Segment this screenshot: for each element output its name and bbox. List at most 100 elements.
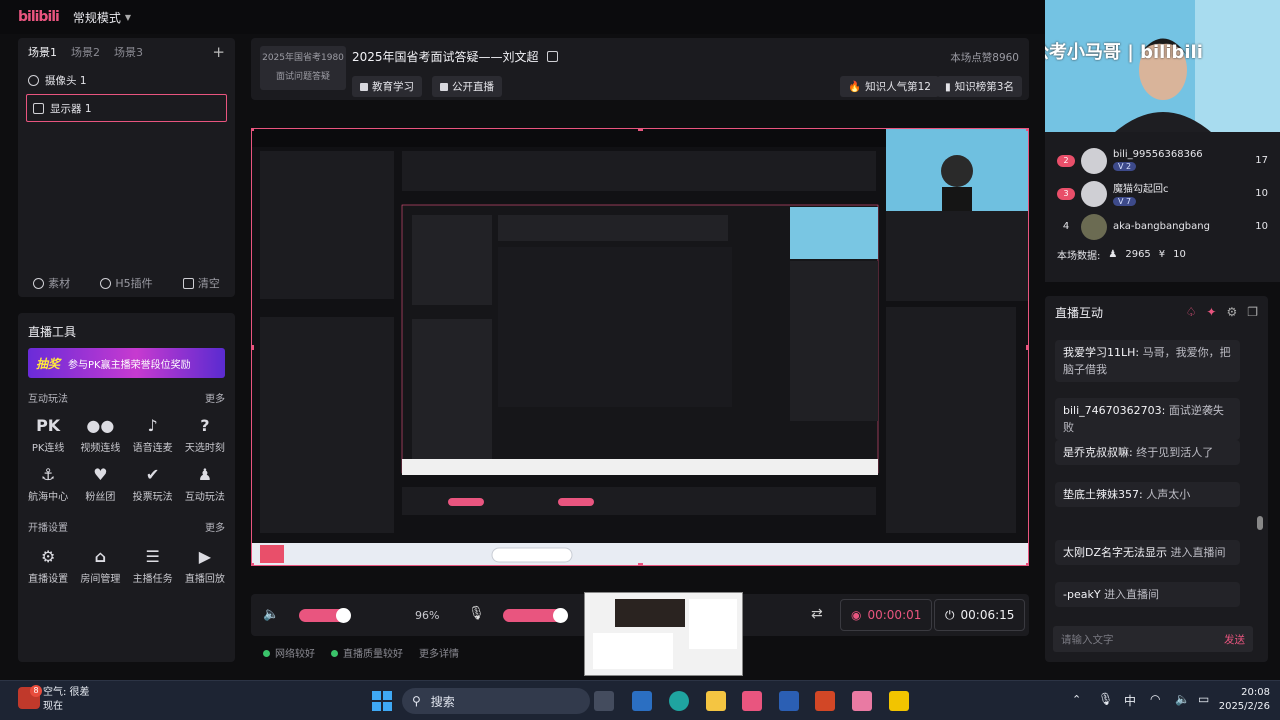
microphone-icon[interactable]: 🎙: [1098, 692, 1113, 706]
network-status: 网络较好: [263, 645, 315, 660]
tab-scene-1[interactable]: 场景1: [28, 44, 57, 60]
heart-icon: ♥: [93, 464, 108, 484]
edge-icon[interactable]: [669, 691, 689, 711]
tool-host-tasks[interactable]: ☰ 主播任务: [127, 546, 179, 586]
avatar: [1081, 213, 1107, 240]
more-interactive-link[interactable]: 更多: [205, 390, 225, 405]
list-item[interactable]: 3 魔猫勾起回c V 7 10: [1045, 177, 1280, 210]
gear-icon[interactable]: ⚙: [1226, 305, 1237, 319]
tag-public[interactable]: 公开直播: [432, 76, 502, 97]
live-tools-panel: 直播工具 抽奖 参与PK赢主播荣誉段位奖励 互动玩法 更多 PK PK连线 ●● 视频连…: [18, 313, 235, 662]
quality-status: 直播质量较好: [331, 645, 403, 660]
record-timer[interactable]: ◉ 00:00:01: [840, 599, 933, 631]
resize-handle[interactable]: [638, 129, 643, 131]
weather-badge: 8: [30, 685, 42, 697]
more-details-link[interactable]: 更多详情: [419, 645, 459, 660]
folder-icon[interactable]: [706, 691, 726, 711]
tool-live-settings[interactable]: ⚙ 直播设置: [22, 546, 74, 586]
materials-button[interactable]: 素材: [33, 275, 70, 291]
chat-panel: 直播互动 ♤ ✦ ⚙ ❐ 我爱学习11LH: 马哥，我爱你，把脑子借我 bili_74…: [1045, 296, 1268, 662]
microphone-icon[interactable]: 🎙: [468, 606, 485, 621]
source-camera[interactable]: 摄像头 1: [18, 66, 235, 94]
app-icon[interactable]: [889, 691, 909, 711]
tab-scene-3[interactable]: 场景3: [114, 44, 143, 60]
mixer-icon[interactable]: ⇄: [811, 606, 823, 622]
resize-handle[interactable]: [1026, 563, 1028, 565]
avatar: [1081, 180, 1107, 207]
resize-handle[interactable]: [252, 345, 254, 350]
tool-video-link[interactable]: ●● 视频连线: [74, 415, 126, 455]
bilibili-live-icon[interactable]: [742, 691, 762, 711]
live-timer[interactable]: ⏻ 00:06:15: [934, 599, 1026, 631]
microphone-icon: ♪: [147, 415, 158, 435]
chat-input[interactable]: 请输入文字 发送: [1053, 626, 1253, 652]
tool-replay[interactable]: ▶ 直播回放: [179, 546, 231, 586]
live-tools-title: 直播工具: [28, 325, 77, 339]
user-name: aka-bangbangbang: [1113, 221, 1210, 232]
edit-icon[interactable]: [546, 51, 558, 62]
tool-voyage[interactable]: ⚓ 航海中心: [22, 464, 74, 504]
more-broadcast-link[interactable]: 更多: [205, 519, 225, 534]
windows-start-icon[interactable]: [372, 691, 392, 711]
chat-message[interactable]: 垫底土辣妹357: 人声太小: [1055, 482, 1240, 507]
list-item[interactable]: 4 aka-bangbangbang 10: [1045, 210, 1280, 243]
chat-message[interactable]: 太刚DZ名字无法显示 进入直播间: [1055, 540, 1240, 565]
preview-canvas[interactable]: [251, 128, 1029, 566]
materials-icon: [33, 277, 45, 289]
chat-message[interactable]: 我爱学习11LH: 马哥，我爱你，把脑子借我: [1055, 340, 1240, 382]
clear-button[interactable]: 清空: [182, 275, 220, 291]
resize-handle[interactable]: [252, 563, 254, 565]
session-summary: 本场数据: ♟ 2965 ¥10: [1057, 248, 1186, 262]
tool-room-manage[interactable]: ⌂ 房间管理: [74, 546, 126, 586]
chat-message[interactable]: -peakY 进入直播间: [1055, 582, 1240, 607]
app-icon[interactable]: [852, 691, 872, 711]
gift-icon[interactable]: ✦: [1206, 305, 1216, 319]
powerpoint-icon[interactable]: [815, 691, 835, 711]
tool-vote[interactable]: ✔ 投票玩法: [127, 464, 179, 504]
taskview-icon[interactable]: [594, 691, 614, 711]
tool-lottery[interactable]: ? 天选时刻: [179, 415, 231, 455]
tag-education[interactable]: 教育学习: [352, 76, 422, 97]
ime-indicator[interactable]: 中: [1124, 692, 1136, 709]
pk-banner[interactable]: 抽奖 参与PK赢主播荣誉段位奖励: [28, 348, 225, 378]
h5-plugin-button[interactable]: H5插件: [100, 275, 153, 291]
window-thumbnail[interactable]: [584, 592, 743, 676]
rank-chip[interactable]: ▮ 知识榜第3名: [937, 76, 1022, 97]
tool-interactive[interactable]: ♟ 互动玩法: [179, 464, 231, 504]
chat-message[interactable]: bili_74670362703: 面试逆袭失败: [1055, 398, 1240, 440]
mode-dropdown[interactable]: 常规模式 ▼: [73, 9, 131, 26]
viewers-icon: ♟: [1108, 248, 1118, 260]
tool-voice-link[interactable]: ♪ 语音连麦: [127, 415, 179, 455]
volume-slider[interactable]: [299, 608, 351, 623]
volume-icon[interactable]: 🔈: [1175, 692, 1190, 706]
chat-message[interactable]: 是乔克叔叔嘛: 终于见到活人了: [1055, 440, 1240, 465]
chat-scrollbar[interactable]: [1257, 516, 1263, 530]
room-cover[interactable]: 2025年国省考1980 面试问题答疑: [260, 46, 346, 90]
tool-pk[interactable]: PK PK连线: [22, 415, 74, 455]
resize-handle[interactable]: [252, 129, 254, 131]
list-item[interactable]: 2 bili_99556368366 V 2 17: [1045, 144, 1280, 177]
mic-slider[interactable]: [503, 608, 568, 623]
store-icon[interactable]: [632, 691, 652, 711]
resize-handle[interactable]: [1026, 129, 1028, 131]
popularity-chip[interactable]: 🔥 知识人气第12: [840, 76, 939, 97]
system-clock[interactable]: 20:08 2025/2/26: [1219, 686, 1270, 714]
weather-widget[interactable]: 空气: 很差 现在: [43, 686, 90, 714]
taskbar-search[interactable]: ⚲ 搜索: [402, 688, 590, 714]
send-button[interactable]: 发送: [1224, 632, 1245, 647]
resize-handle[interactable]: [638, 563, 643, 565]
add-scene-button[interactable]: +: [212, 43, 225, 61]
tool-fan-club[interactable]: ♥ 粉丝团: [74, 464, 126, 504]
source-display[interactable]: 显示器 1: [26, 94, 227, 122]
chevron-up-icon[interactable]: ⌃: [1072, 693, 1081, 706]
broadcast-settings-title: 开播设置: [28, 523, 68, 534]
battery-icon[interactable]: ▭: [1198, 692, 1209, 706]
wifi-icon[interactable]: ◠: [1150, 692, 1160, 706]
tab-scene-2[interactable]: 场景2: [71, 44, 100, 60]
word-icon[interactable]: [779, 691, 799, 711]
filter-icon[interactable]: ♤: [1186, 305, 1197, 319]
speaker-icon[interactable]: 🔈: [263, 607, 279, 622]
resize-handle[interactable]: [1026, 345, 1028, 350]
chevron-down-icon: ▼: [124, 12, 132, 22]
popout-icon[interactable]: ❐: [1247, 305, 1258, 319]
